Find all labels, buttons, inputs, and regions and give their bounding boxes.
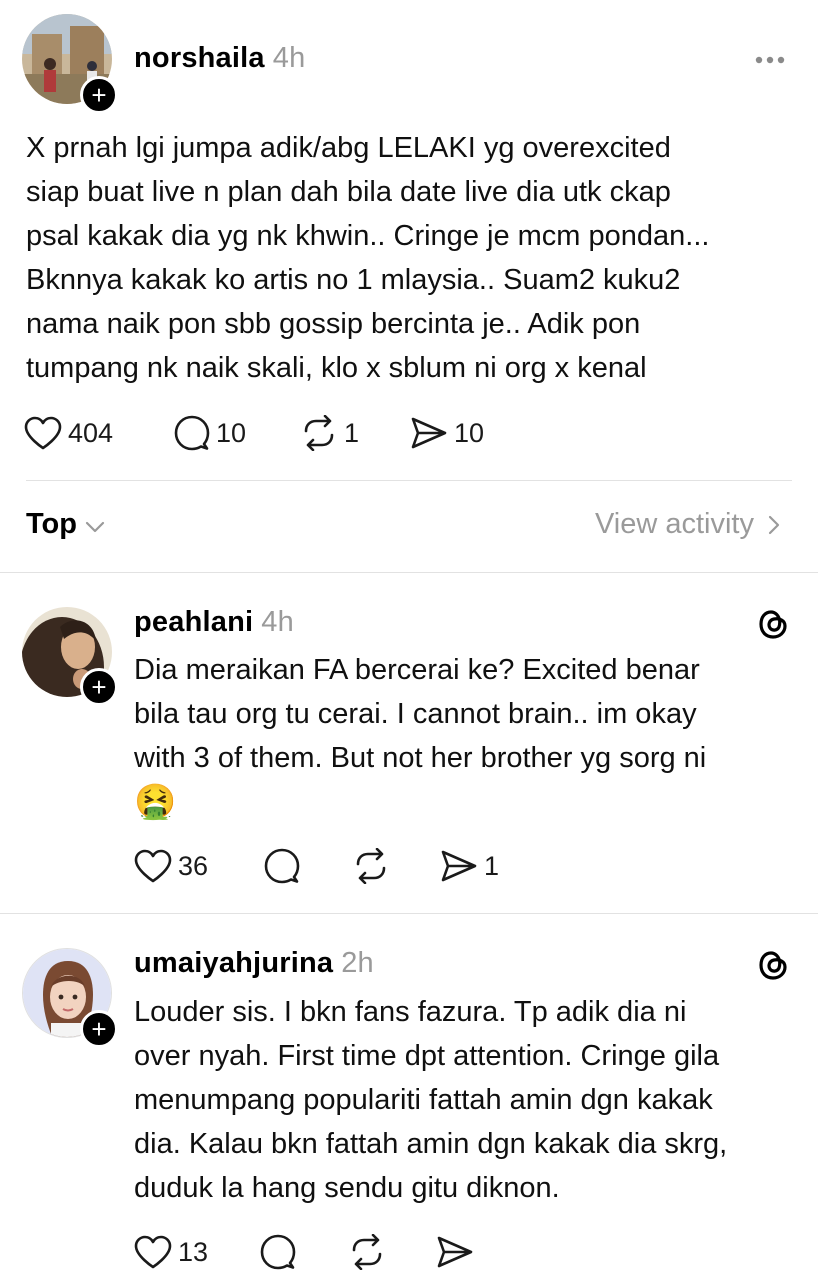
divider	[26, 480, 792, 481]
reply-author[interactable]: peahlani 4h	[134, 606, 294, 639]
speech-bubble-icon	[174, 415, 210, 451]
chevron-down-icon	[85, 521, 105, 532]
reply-actions: 13	[134, 1232, 496, 1272]
repost-button[interactable]	[348, 1234, 436, 1270]
chevron-right-icon	[768, 515, 780, 534]
threads-logo-icon[interactable]	[757, 607, 789, 641]
sort-label: Top	[26, 508, 77, 540]
like-count: 13	[178, 1236, 209, 1267]
share-button[interactable]	[436, 1235, 496, 1269]
follow-plus-icon[interactable]: +	[80, 668, 118, 706]
post-text: X prnah lgi jumpa adik/abg LELAKI yg ove…	[26, 132, 710, 384]
heart-icon	[134, 849, 172, 883]
reply-time: 2h	[341, 947, 374, 979]
like-button[interactable]: 13	[134, 1235, 260, 1269]
ellipsis-icon[interactable]	[754, 55, 786, 65]
post-author[interactable]: norshaila 4h	[134, 42, 305, 75]
divider	[0, 572, 818, 573]
post-actions: 404 10 1 10	[24, 413, 520, 453]
reply-button[interactable]	[264, 848, 352, 884]
reply-time: 4h	[261, 606, 294, 638]
reply-author[interactable]: umaiyahjurina 2h	[134, 947, 374, 980]
view-activity-label: View activity	[594, 508, 754, 540]
heart-icon	[134, 1235, 172, 1269]
share-count: 1	[484, 850, 500, 881]
repost-arrows-icon	[352, 1234, 382, 1270]
reply-actions: 36 1	[134, 846, 530, 886]
share-button[interactable]: 1	[440, 849, 530, 883]
heart-icon	[24, 416, 62, 450]
paper-plane-icon	[411, 417, 447, 449]
follow-plus-icon[interactable]: +	[80, 76, 118, 114]
paper-plane-icon	[437, 1236, 473, 1268]
repost-arrows-icon	[304, 415, 334, 451]
reply-button[interactable]	[260, 1234, 348, 1270]
reply-count: 10	[216, 417, 247, 448]
repost-button[interactable]	[352, 848, 440, 884]
speech-bubble-icon	[264, 848, 300, 884]
like-count: 36	[178, 850, 209, 881]
like-button[interactable]: 404	[24, 416, 174, 450]
sort-dropdown[interactable]: Top	[26, 508, 105, 541]
username[interactable]: norshaila	[134, 42, 265, 74]
vomit-emoji: 🤮	[134, 783, 177, 821]
like-count: 404	[68, 417, 114, 448]
repost-button[interactable]: 1	[300, 415, 410, 451]
follow-plus-icon[interactable]: +	[80, 1010, 118, 1048]
reply-text: Dia meraikan FA bercerai ke? Excited ben…	[134, 654, 707, 774]
paper-plane-icon	[441, 850, 477, 882]
view-activity-link[interactable]: View activity	[595, 508, 780, 541]
divider	[0, 913, 818, 914]
like-button[interactable]: 36	[134, 849, 264, 883]
speech-bubble-icon	[260, 1234, 296, 1270]
share-button[interactable]: 10	[410, 416, 520, 450]
repost-arrows-icon	[356, 848, 386, 884]
reply-text: Louder sis. I bkn fans fazura. Tp adik d…	[134, 996, 728, 1204]
username[interactable]: umaiyahjurina	[134, 947, 333, 979]
share-count: 10	[454, 417, 485, 448]
username[interactable]: peahlani	[134, 606, 253, 638]
repost-count: 1	[344, 417, 360, 448]
threads-logo-icon[interactable]	[757, 948, 789, 982]
post-time: 4h	[272, 42, 306, 74]
reply-button[interactable]: 10	[174, 415, 300, 451]
